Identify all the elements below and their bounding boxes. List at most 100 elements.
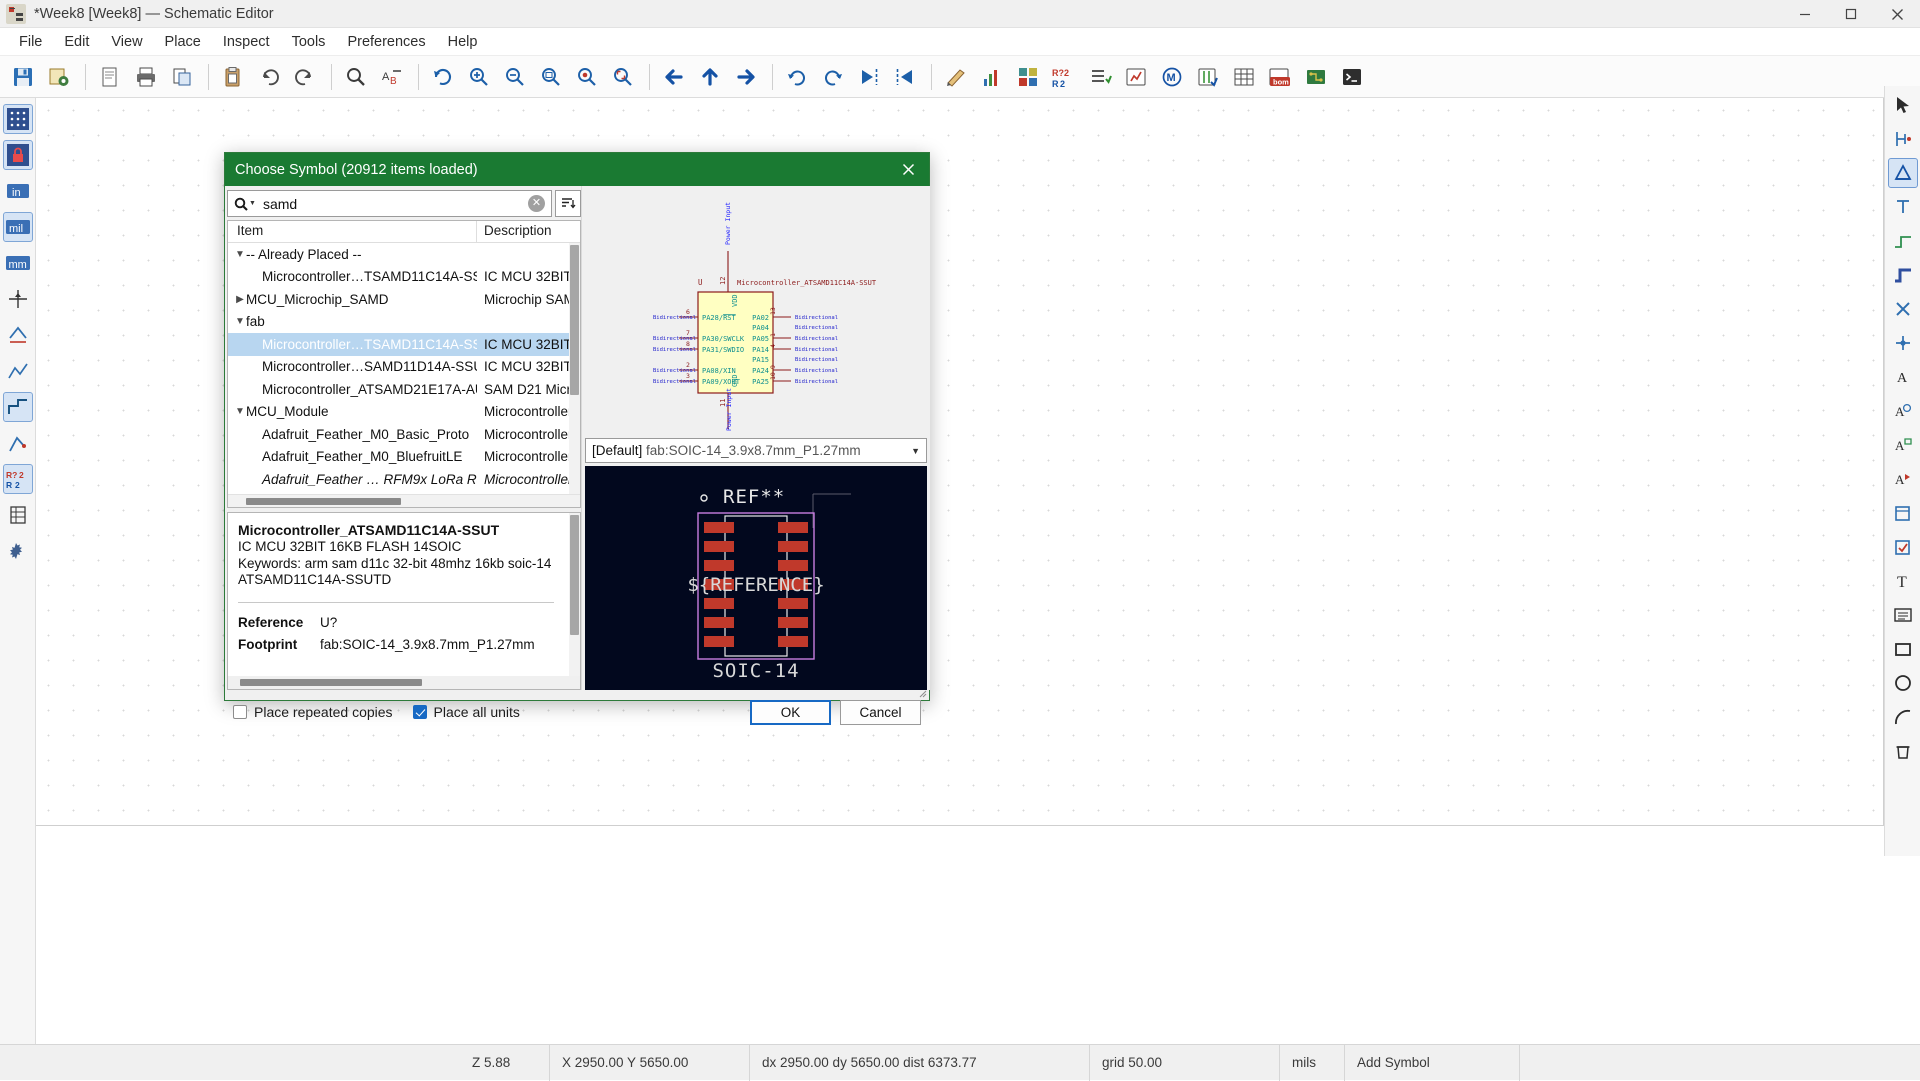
- nav-up-icon[interactable]: [693, 60, 727, 94]
- mirror-h-icon[interactable]: [852, 60, 886, 94]
- clear-circle-icon[interactable]: ✕: [528, 195, 545, 212]
- import-sheet-pin-icon[interactable]: [1888, 532, 1918, 562]
- chevron-down-icon[interactable]: ▼: [234, 406, 246, 417]
- menu-place[interactable]: Place: [154, 31, 212, 53]
- menu-file[interactable]: File: [8, 31, 53, 53]
- save-icon[interactable]: [6, 60, 40, 94]
- close-icon[interactable]: [897, 159, 919, 181]
- highlight-net-icon[interactable]: [1888, 124, 1918, 154]
- rotate-cw-icon[interactable]: [816, 60, 850, 94]
- netlist-icon[interactable]: [1119, 60, 1153, 94]
- properties-manager-icon[interactable]: [3, 536, 33, 566]
- zoom-in-icon[interactable]: [462, 60, 496, 94]
- tree-row[interactable]: Adafruit_Feather_M0_Basic_Proto Microcont…: [228, 423, 580, 446]
- add-sheet-icon[interactable]: [1888, 498, 1918, 528]
- simulator-icon[interactable]: M: [1155, 60, 1189, 94]
- scripting-console-icon[interactable]: [1335, 60, 1369, 94]
- zoom-area-icon[interactable]: [606, 60, 640, 94]
- tree-row[interactable]: Microcontroller…SAMD11D14A-SSUT IC MCU 32…: [228, 356, 580, 379]
- tree-row[interactable]: Adafruit_Feather … RFM9x LoRa Radio Micro…: [228, 468, 580, 491]
- paste-icon[interactable]: [216, 60, 250, 94]
- wire-bus-angle-90-icon[interactable]: [2, 392, 33, 422]
- zoom-fit-icon[interactable]: [534, 60, 568, 94]
- symbol-tree-icon[interactable]: [3, 500, 33, 530]
- net-label-icon[interactable]: A: [1888, 362, 1918, 392]
- menu-preferences[interactable]: Preferences: [336, 31, 436, 53]
- new-sheet-icon[interactable]: [93, 60, 127, 94]
- annotate-auto-icon[interactable]: R? 2 R 2: [2, 464, 33, 494]
- grid-lock-icon[interactable]: [2, 140, 33, 170]
- footprint-preview[interactable]: REF** ${REFERENCE} SOIC-14: [585, 466, 927, 690]
- footprint-select[interactable]: [Default] fab:SOIC-14_3.9x8.7mm_P1.27mm …: [585, 438, 927, 463]
- zoom-out-icon[interactable]: [498, 60, 532, 94]
- cursor-fullscreen-icon[interactable]: [3, 284, 33, 314]
- units-mils-icon[interactable]: mil: [2, 212, 33, 242]
- grid-toggle-icon[interactable]: [2, 104, 33, 134]
- description-vertical-scrollbar[interactable]: [569, 513, 580, 678]
- circle-icon[interactable]: [1888, 668, 1918, 698]
- board-setup-icon[interactable]: [42, 60, 76, 94]
- resize-grip[interactable]: [917, 688, 927, 698]
- spreadsheet-icon[interactable]: [1227, 60, 1261, 94]
- select-arrow-icon[interactable]: [1888, 90, 1918, 120]
- search-box[interactable]: ▼ ✕: [227, 190, 552, 217]
- minimize-button[interactable]: [1782, 0, 1828, 28]
- refresh-icon[interactable]: [426, 60, 460, 94]
- tree-hscroll-thumb[interactable]: [246, 498, 401, 505]
- menu-inspect[interactable]: Inspect: [212, 31, 281, 53]
- symbol-preview[interactable]: Power Input 12 U Microcontroller_ATSAMD1…: [585, 189, 927, 434]
- footprint-editor-icon[interactable]: [1191, 60, 1225, 94]
- menu-view[interactable]: View: [100, 31, 153, 53]
- cancel-button[interactable]: Cancel: [840, 699, 921, 725]
- tree-row[interactable]: ▼ -- Already Placed --: [228, 243, 580, 266]
- draw-bus-icon[interactable]: [1888, 260, 1918, 290]
- place-all-units-checkbox[interactable]: Place all units: [412, 704, 520, 720]
- chevron-down-icon[interactable]: ▼: [911, 446, 920, 456]
- units-mm-icon[interactable]: mm: [3, 248, 33, 278]
- tree-row[interactable]: Microcontroller…TSAMD11C14A-SSUT IC MCU 3…: [228, 266, 580, 289]
- column-header-description[interactable]: Description: [477, 221, 580, 242]
- place-repeated-copies-checkbox[interactable]: Place repeated copies: [233, 704, 393, 720]
- hidden-pins-icon[interactable]: [3, 320, 33, 350]
- symbol-editor-icon[interactable]: [1011, 60, 1045, 94]
- sort-list-icon[interactable]: [555, 190, 581, 217]
- tree-scroll-area[interactable]: ▼ -- Already Placed -- Microcontroller…TSA…: [228, 243, 580, 494]
- units-inch-icon[interactable]: in: [3, 176, 33, 206]
- hierarchical-label-icon[interactable]: A: [1888, 430, 1918, 460]
- pcb-editor-icon[interactable]: [1299, 60, 1333, 94]
- menu-tools[interactable]: Tools: [281, 31, 337, 53]
- chevron-right-icon[interactable]: ▶: [234, 294, 246, 305]
- find-icon[interactable]: [339, 60, 373, 94]
- junction-icon[interactable]: [1888, 328, 1918, 358]
- tree-horizontal-scrollbar[interactable]: [228, 494, 580, 507]
- checkbox-box-checked[interactable]: [412, 705, 427, 719]
- redo-icon[interactable]: [288, 60, 322, 94]
- description-horizontal-scrollbar[interactable]: [228, 676, 580, 689]
- delete-icon[interactable]: [1888, 736, 1918, 766]
- arc-icon[interactable]: [1888, 702, 1918, 732]
- close-button[interactable]: [1874, 0, 1920, 28]
- nav-back-icon[interactable]: [657, 60, 691, 94]
- ok-button[interactable]: OK: [750, 699, 831, 725]
- tree-scroll-thumb[interactable]: [570, 245, 579, 395]
- tree-row[interactable]: ▶ MCU_Microchip_SAMD Microchip SAMD: [228, 288, 580, 311]
- nav-forward-icon[interactable]: [729, 60, 763, 94]
- column-header-item[interactable]: Item: [228, 221, 477, 242]
- hierarchy-navigator-icon[interactable]: [3, 428, 33, 458]
- menu-help[interactable]: Help: [437, 31, 489, 53]
- annotate-icon[interactable]: [939, 60, 973, 94]
- print-icon[interactable]: [129, 60, 163, 94]
- checkbox-box[interactable]: [233, 705, 247, 719]
- description-scroll-thumb[interactable]: [570, 515, 579, 635]
- tree-row[interactable]: Microcontroller…TSAMD11C14A-SSUT IC MCU 3…: [228, 333, 580, 356]
- bom-list-icon[interactable]: [1083, 60, 1117, 94]
- draw-wire-icon[interactable]: [1888, 226, 1918, 256]
- bom-icon[interactable]: bom: [1263, 60, 1297, 94]
- textbox-icon[interactable]: [1888, 600, 1918, 630]
- tree-vertical-scrollbar[interactable]: [569, 243, 580, 494]
- plot-icon[interactable]: [165, 60, 199, 94]
- undo-icon[interactable]: [252, 60, 286, 94]
- wire-bus-angle-free-icon[interactable]: [3, 356, 33, 386]
- chevron-down-icon[interactable]: ▼: [234, 249, 246, 260]
- erc-icon[interactable]: [975, 60, 1009, 94]
